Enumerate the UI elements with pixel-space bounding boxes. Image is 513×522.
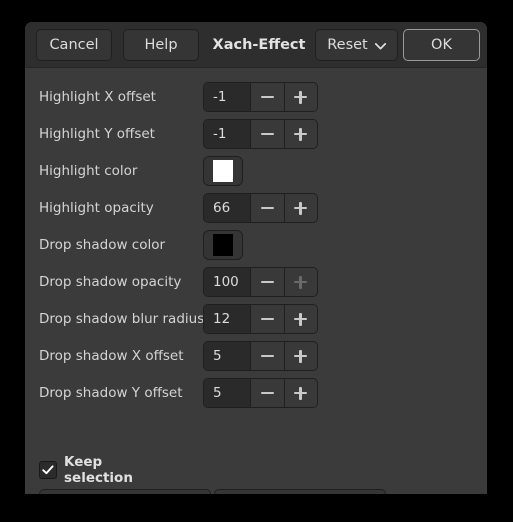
spin-increment-button[interactable] bbox=[283, 305, 317, 333]
spin-decrement-button[interactable] bbox=[250, 379, 284, 407]
spin-decrement-button[interactable] bbox=[250, 194, 284, 222]
setting-label: Drop shadow blur radius bbox=[39, 311, 205, 327]
chevron-down-icon bbox=[374, 42, 386, 50]
dialog-title: Xach-Effect bbox=[212, 37, 306, 53]
setting-label: Highlight opacity bbox=[39, 200, 154, 216]
minus-icon bbox=[260, 391, 274, 395]
keep-selection-label: Keep selection bbox=[64, 454, 133, 486]
cancel-button-label: Cancel bbox=[49, 37, 99, 53]
plus-icon bbox=[294, 90, 308, 104]
setting-label: Highlight X offset bbox=[39, 89, 156, 105]
setting-label: Drop shadow opacity bbox=[39, 274, 182, 290]
spin-value-input[interactable]: 5 bbox=[204, 342, 251, 370]
setting-label: Drop shadow X offset bbox=[39, 348, 184, 364]
spin-increment-button[interactable] bbox=[283, 120, 317, 148]
spin-increment-button[interactable] bbox=[283, 83, 317, 111]
minus-icon bbox=[260, 317, 274, 321]
save-settings-button[interactable]: Save Settings bbox=[214, 489, 386, 494]
spin-decrement-button[interactable] bbox=[250, 342, 284, 370]
color-swatch bbox=[213, 234, 233, 256]
plus-icon bbox=[294, 127, 308, 141]
color-swatch-button[interactable] bbox=[203, 156, 243, 186]
cancel-button[interactable]: Cancel bbox=[36, 29, 112, 61]
setting-label: Drop shadow color bbox=[39, 237, 166, 253]
minus-icon bbox=[260, 95, 274, 99]
checkmark-icon bbox=[42, 465, 54, 475]
ok-button-label: OK bbox=[431, 37, 452, 53]
spin-value-input[interactable]: 100 bbox=[204, 268, 251, 296]
color-swatch-button[interactable] bbox=[203, 230, 243, 260]
plus-icon bbox=[294, 386, 308, 400]
keep-selection-checkbox[interactable]: Keep selection bbox=[39, 454, 133, 486]
dialog-header-bar: Cancel Help Xach-Effect Reset OK bbox=[25, 22, 487, 68]
plus-icon bbox=[294, 312, 308, 326]
spin-button[interactable]: 5 bbox=[203, 378, 318, 408]
minus-icon bbox=[260, 354, 274, 358]
ok-button[interactable]: OK bbox=[403, 29, 480, 61]
spin-button[interactable]: -1 bbox=[203, 119, 318, 149]
spin-increment-button bbox=[283, 268, 317, 296]
plus-icon bbox=[294, 349, 308, 363]
reset-menu-button[interactable]: Reset bbox=[315, 29, 398, 61]
setting-label: Drop shadow Y offset bbox=[39, 385, 183, 401]
spin-increment-button[interactable] bbox=[283, 194, 317, 222]
spin-decrement-button[interactable] bbox=[250, 305, 284, 333]
help-button[interactable]: Help bbox=[123, 29, 199, 61]
setting-row: Drop shadow X offset 5 bbox=[25, 341, 487, 371]
setting-row: Drop shadow color bbox=[25, 230, 487, 260]
setting-label: Highlight Y offset bbox=[39, 126, 155, 142]
plus-icon bbox=[294, 275, 308, 289]
minus-icon bbox=[260, 280, 274, 284]
checkbox-box bbox=[39, 461, 57, 479]
spin-button[interactable]: 5 bbox=[203, 341, 318, 371]
setting-label: Highlight color bbox=[39, 163, 138, 179]
spin-value-input[interactable]: 12 bbox=[204, 305, 251, 333]
spin-button[interactable]: 12 bbox=[203, 304, 318, 334]
load-saved-settings-button[interactable]: Load Saved Settings bbox=[39, 489, 211, 494]
setting-row: Drop shadow Y offset 5 bbox=[25, 378, 487, 408]
setting-row: Highlight X offset -1 bbox=[25, 82, 487, 112]
spin-increment-button[interactable] bbox=[283, 379, 317, 407]
spin-value-input[interactable]: 5 bbox=[204, 379, 251, 407]
spin-button[interactable]: -1 bbox=[203, 82, 318, 112]
setting-row: Drop shadow opacity 100 bbox=[25, 267, 487, 297]
spin-value-input[interactable]: 66 bbox=[204, 194, 251, 222]
color-swatch bbox=[213, 160, 233, 182]
plus-icon bbox=[294, 201, 308, 215]
setting-row: Highlight Y offset -1 bbox=[25, 119, 487, 149]
help-button-label: Help bbox=[144, 37, 178, 53]
xach-effect-dialog: Cancel Help Xach-Effect Reset OK Highlig… bbox=[25, 22, 487, 494]
spin-button[interactable]: 100 bbox=[203, 267, 318, 297]
spin-value-input[interactable]: -1 bbox=[204, 120, 251, 148]
minus-icon bbox=[260, 206, 274, 210]
dialog-body: Highlight X offset -1 Highlight Y offset -1… bbox=[25, 68, 487, 494]
minus-icon bbox=[260, 132, 274, 136]
spin-increment-button[interactable] bbox=[283, 342, 317, 370]
spin-decrement-button[interactable] bbox=[250, 120, 284, 148]
setting-row: Drop shadow blur radius 12 bbox=[25, 304, 487, 334]
spin-button[interactable]: 66 bbox=[203, 193, 318, 223]
spin-decrement-button[interactable] bbox=[250, 83, 284, 111]
reset-button-label: Reset bbox=[327, 37, 368, 53]
spin-value-input[interactable]: -1 bbox=[204, 83, 251, 111]
setting-row: Highlight color bbox=[25, 156, 487, 186]
spin-decrement-button[interactable] bbox=[250, 268, 284, 296]
setting-row: Highlight opacity 66 bbox=[25, 193, 487, 223]
